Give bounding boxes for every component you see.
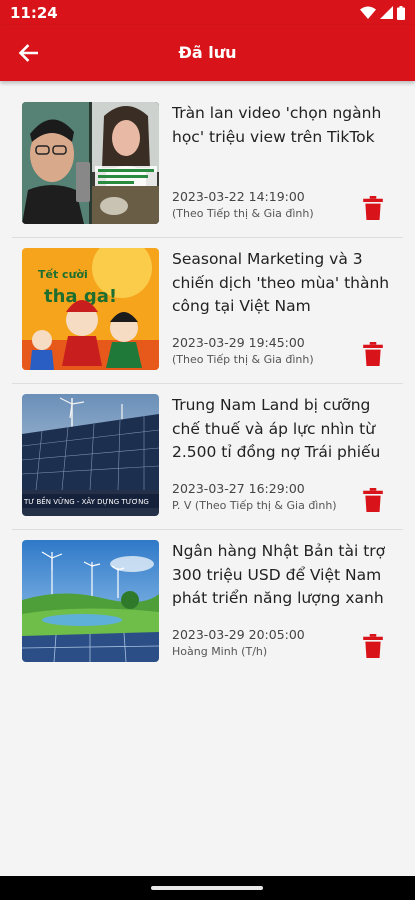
signal-icon bbox=[380, 6, 393, 19]
status-time: 11:24 bbox=[10, 4, 58, 22]
article-date: 2023-03-29 19:45:00 bbox=[172, 335, 305, 350]
page-title: Đã lưu bbox=[178, 43, 237, 62]
article-item-4[interactable]: Ngân hàng Nhật Bản tài trợ 300 triệu USD… bbox=[12, 530, 403, 676]
solar-caption: TƯ BỀN VỮNG - XÂY DỰNG TƯƠNG bbox=[23, 496, 149, 506]
saved-articles-list: Tràn lan video 'chọn ngành học' triệu vi… bbox=[12, 92, 403, 676]
trash-icon[interactable] bbox=[362, 196, 384, 220]
tet-banner-line1: Tết cười bbox=[38, 268, 88, 281]
article-thumbnail bbox=[22, 102, 159, 224]
article-date: 2023-03-22 14:19:00 bbox=[172, 189, 305, 204]
app-bar: Đã lưu bbox=[0, 25, 415, 81]
trash-icon[interactable] bbox=[362, 488, 384, 512]
article-item-2[interactable]: Tết cười tha ga! Seasonal Marketing và 3… bbox=[12, 238, 403, 384]
article-thumbnail: TƯ BỀN VỮNG - XÂY DỰNG TƯƠNG bbox=[22, 394, 159, 516]
article-title[interactable]: Tràn lan video 'chọn ngành học' triệu vi… bbox=[172, 102, 394, 149]
article-date: 2023-03-29 20:05:00 bbox=[172, 627, 305, 642]
article-source: (Theo Tiếp thị & Gia đình) bbox=[172, 353, 314, 366]
article-date: 2023-03-27 16:29:00 bbox=[172, 481, 305, 496]
trash-icon[interactable] bbox=[362, 342, 384, 366]
status-bar: 11:24 bbox=[0, 0, 415, 25]
article-source: Hoàng Minh (T/h) bbox=[172, 645, 268, 658]
wifi-icon bbox=[360, 6, 376, 19]
status-icons bbox=[360, 5, 405, 20]
article-title[interactable]: Ngân hàng Nhật Bản tài trợ 300 triệu USD… bbox=[172, 540, 394, 611]
system-navigation-bar bbox=[0, 876, 415, 900]
trash-icon[interactable] bbox=[362, 634, 384, 658]
battery-icon bbox=[397, 5, 405, 20]
article-title[interactable]: Trung Nam Land bị cưỡng chế thuế và áp l… bbox=[172, 394, 394, 465]
article-item-3[interactable]: TƯ BỀN VỮNG - XÂY DỰNG TƯƠNG Trung Nam L… bbox=[12, 384, 403, 530]
article-thumbnail bbox=[22, 540, 159, 662]
home-gesture-handle[interactable] bbox=[151, 886, 263, 890]
article-source: P. V (Theo Tiếp thị & Gia đình) bbox=[172, 499, 337, 512]
article-title[interactable]: Seasonal Marketing và 3 chiến dịch 'theo… bbox=[172, 248, 394, 319]
article-thumbnail: Tết cười tha ga! bbox=[22, 248, 159, 370]
article-source: (Theo Tiếp thị & Gia đình) bbox=[172, 207, 314, 220]
article-item-1[interactable]: Tràn lan video 'chọn ngành học' triệu vi… bbox=[12, 92, 403, 238]
